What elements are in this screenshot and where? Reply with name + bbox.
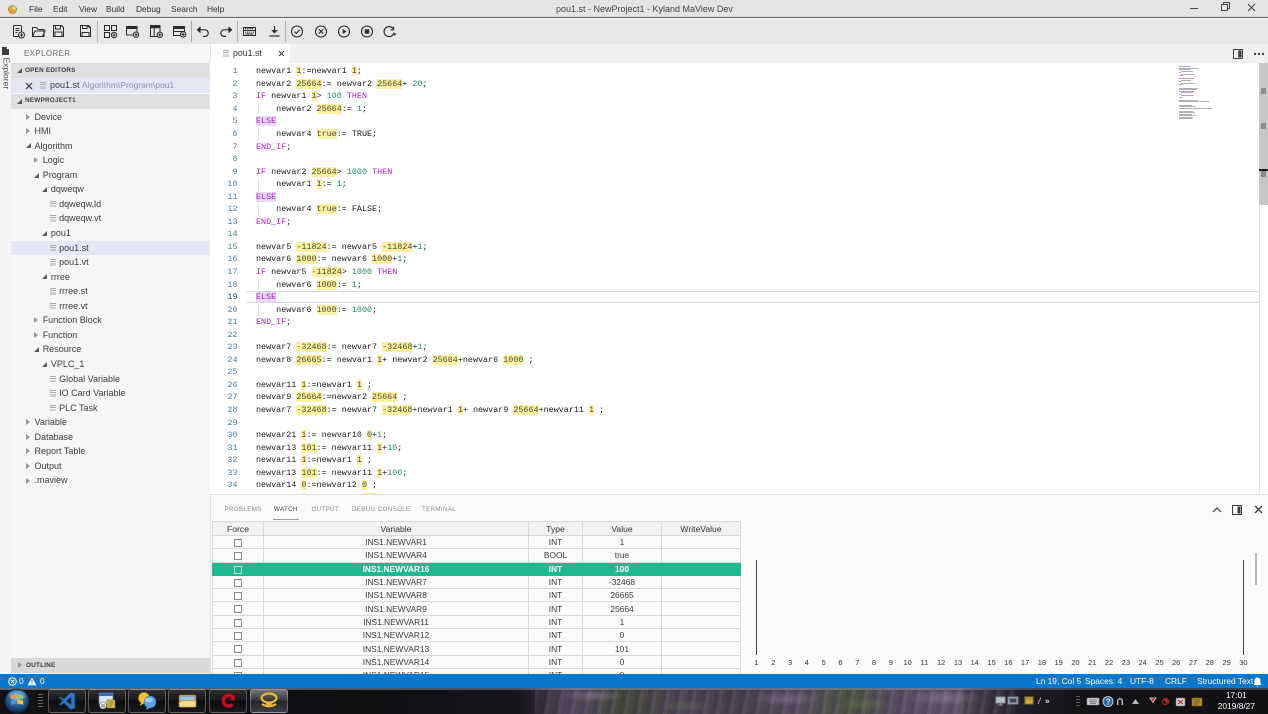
svg-text:?: ? [1106,698,1111,707]
svg-text:/: / [1037,696,1042,706]
svg-text:»: » [1045,697,1050,706]
